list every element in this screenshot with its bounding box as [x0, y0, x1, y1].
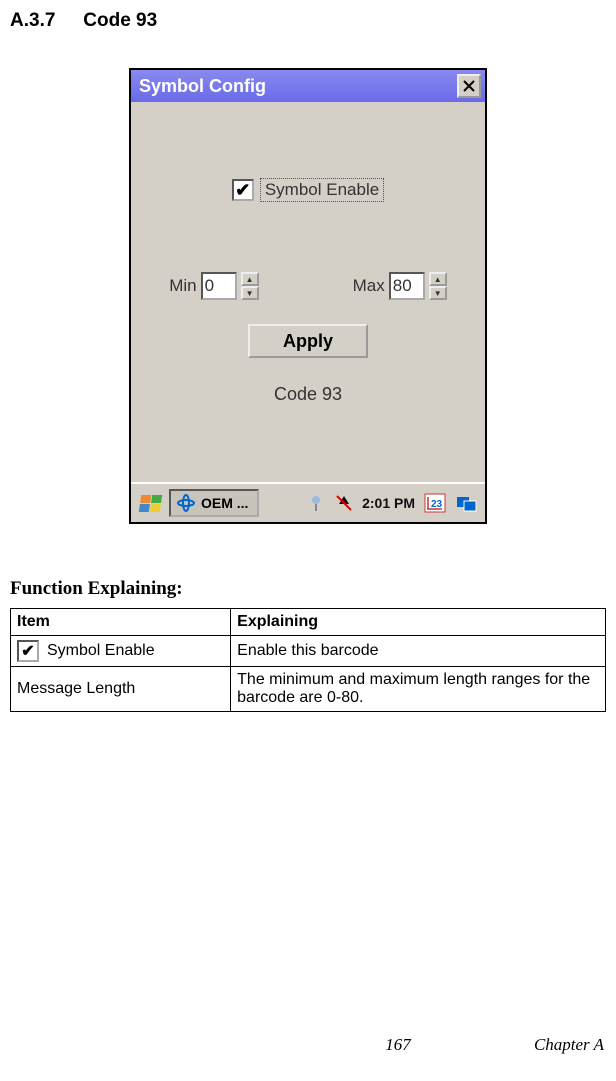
apply-button[interactable]: Apply: [248, 324, 368, 358]
start-button[interactable]: [137, 490, 163, 516]
svg-text:23: 23: [431, 499, 443, 510]
min-input[interactable]: 0: [201, 272, 237, 300]
sip-icon[interactable]: 23: [423, 492, 447, 514]
table-row: ✔ Symbol Enable Enable this barcode: [11, 636, 606, 667]
screenshot-container: Symbol Config ✔ Symbol Enable Min 0 ▲ ▼: [10, 68, 606, 524]
cell-explaining: The minimum and maximum length ranges fo…: [231, 667, 606, 712]
section-number: A.3.7: [10, 10, 78, 32]
dialog-window: Symbol Config ✔ Symbol Enable Min 0 ▲ ▼: [129, 68, 487, 524]
max-up-button[interactable]: ▲: [429, 272, 447, 286]
taskbar-app-button[interactable]: OEM ...: [169, 489, 259, 517]
taskbar: OEM ... 2:01 PM 23: [131, 482, 485, 522]
cell-explaining: Enable this barcode: [231, 636, 606, 667]
max-down-button[interactable]: ▼: [429, 286, 447, 300]
table-row: Message Length The minimum and maximum l…: [11, 667, 606, 712]
symbol-enable-checkbox[interactable]: ✔: [232, 179, 254, 201]
code-label: Code 93: [131, 384, 485, 405]
header-explaining: Explaining: [231, 609, 606, 636]
min-label: Min: [169, 276, 196, 296]
disabled-icon[interactable]: [334, 493, 354, 513]
min-down-button[interactable]: ▼: [241, 286, 259, 300]
system-tray: 2:01 PM 23: [306, 492, 479, 514]
explaining-table: Item Explaining ✔ Symbol Enable Enable t…: [10, 608, 606, 712]
close-icon: [463, 80, 475, 92]
page-footer: 167 Chapter A: [0, 1035, 616, 1055]
taskbar-app-label: OEM ...: [201, 495, 248, 511]
max-value: 80: [393, 276, 412, 296]
connection-icon[interactable]: [306, 493, 326, 513]
dialog-body: ✔ Symbol Enable Min 0 ▲ ▼ Max 80 ▲: [131, 102, 485, 482]
min-max-row: Min 0 ▲ ▼ Max 80 ▲ ▼: [131, 272, 485, 300]
max-input[interactable]: 80: [389, 272, 425, 300]
symbol-enable-label: Symbol Enable: [260, 178, 384, 202]
section-title: Code 93: [83, 10, 157, 31]
chapter-label: Chapter A: [534, 1035, 604, 1055]
section-heading: A.3.7 Code 93: [10, 10, 606, 32]
max-label: Max: [353, 276, 385, 296]
min-group: Min 0 ▲ ▼: [169, 272, 258, 300]
function-explaining-heading: Function Explaining:: [10, 578, 606, 600]
item-label: Symbol Enable: [47, 642, 155, 660]
windows-flag-icon: [138, 495, 161, 512]
cell-item: ✔ Symbol Enable: [11, 636, 231, 667]
window-title: Symbol Config: [139, 76, 457, 97]
min-spinner: ▲ ▼: [241, 272, 259, 300]
table-header-row: Item Explaining: [11, 609, 606, 636]
max-group: Max 80 ▲ ▼: [353, 272, 447, 300]
app-icon: [177, 494, 195, 512]
symbol-enable-row: ✔ Symbol Enable: [131, 178, 485, 202]
checkbox-icon: ✔: [17, 640, 39, 662]
header-item: Item: [11, 609, 231, 636]
desktop-icon[interactable]: [455, 492, 479, 514]
min-value: 0: [205, 276, 214, 296]
max-spinner: ▲ ▼: [429, 272, 447, 300]
min-up-button[interactable]: ▲: [241, 272, 259, 286]
page-number: 167: [385, 1035, 411, 1055]
cell-item: Message Length: [11, 667, 231, 712]
titlebar: Symbol Config: [131, 70, 485, 102]
clock: 2:01 PM: [362, 495, 415, 511]
close-button[interactable]: [457, 74, 481, 98]
